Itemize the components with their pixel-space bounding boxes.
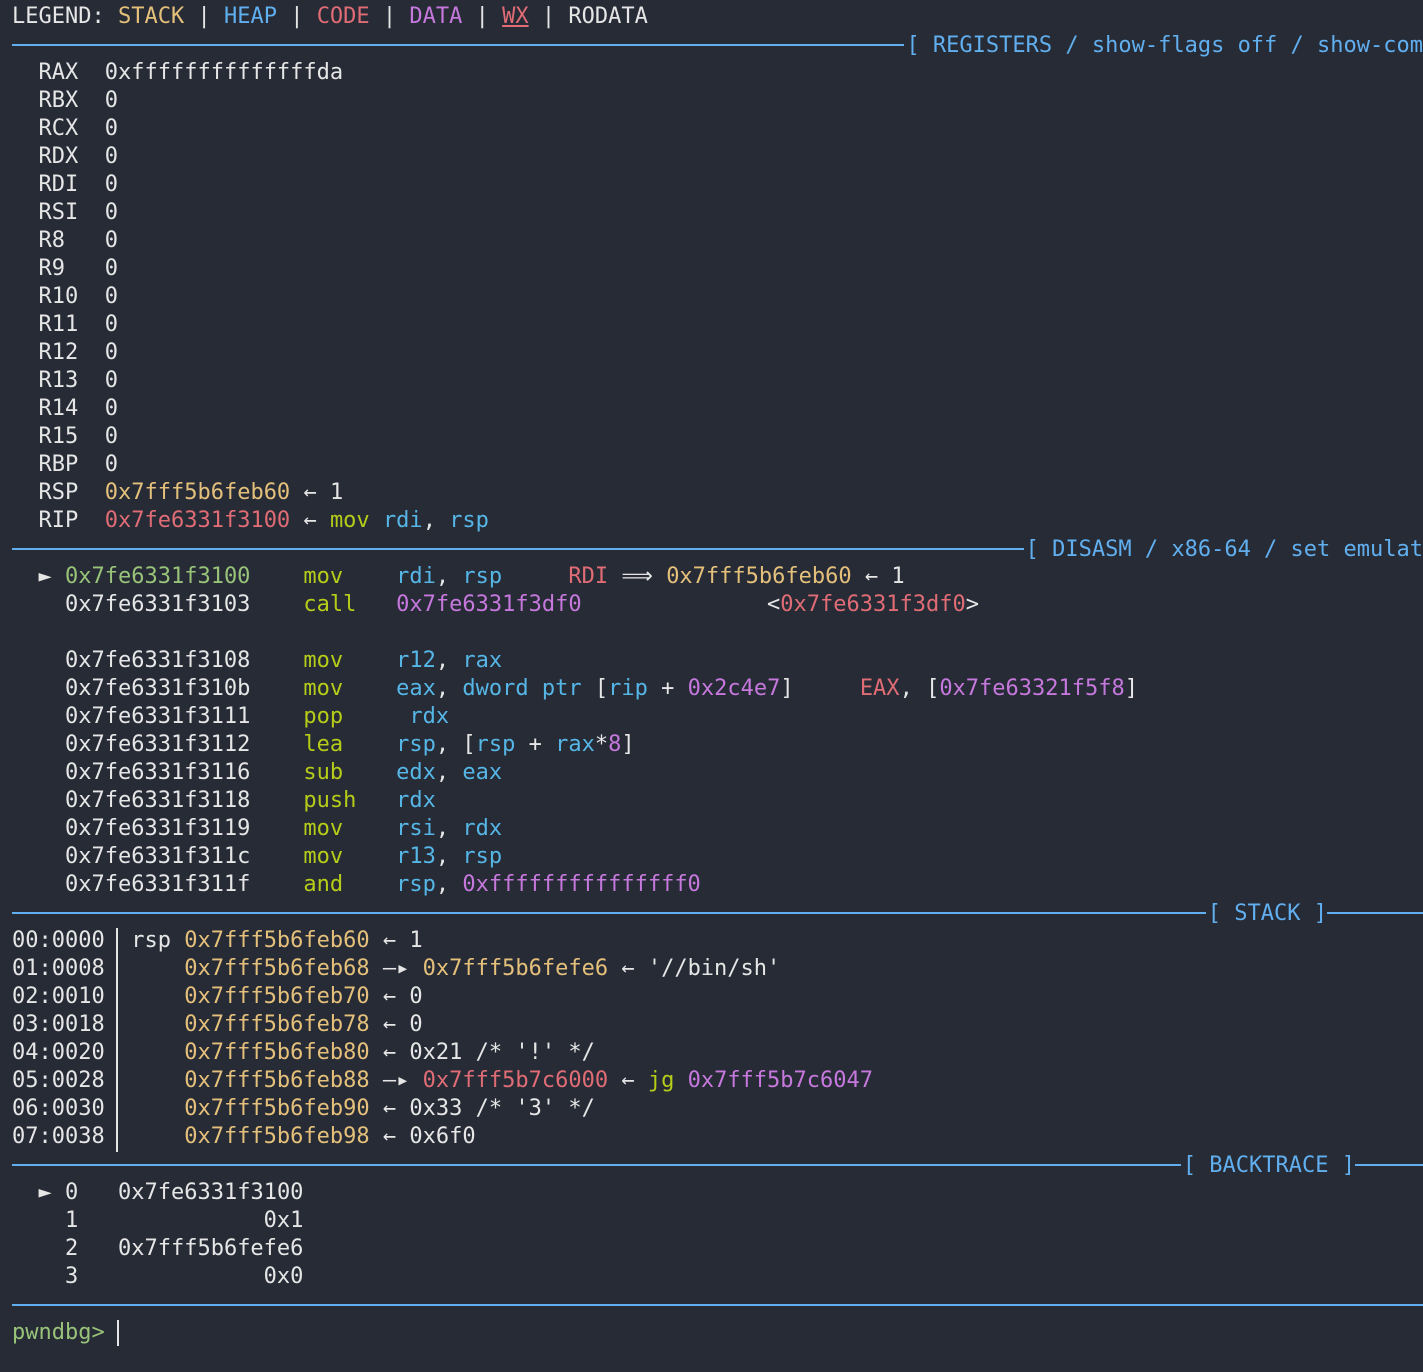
divider bbox=[1327, 912, 1423, 914]
disasm-header: [ DISASM / x86-64 / set emulat bbox=[12, 535, 1423, 563]
rsp-value: 0x7fff5b6feb60 bbox=[104, 480, 291, 505]
registers-title: [ REGISTERS / show-flags off / show-com bbox=[906, 32, 1423, 58]
disasm-row: 0x7fe6331f310b mov eax, dword ptr [rip +… bbox=[64, 676, 1138, 701]
register-row-r11: R11 0 bbox=[38, 312, 119, 337]
disasm-row: 0x7fe6331f311f and rsp, 0xffffffffffffff… bbox=[64, 872, 701, 897]
legend-wx: WX bbox=[502, 4, 529, 29]
register-row-rip: RIP 0x7fe6331f3100 ← mov rdi, rsp bbox=[38, 508, 489, 533]
backtrace-frame[interactable]: 2 0x7fff5b6fefe6 bbox=[12, 1235, 303, 1263]
legend-stack: STACK bbox=[117, 4, 185, 29]
register-row-r15: R15 0 bbox=[38, 424, 119, 449]
stack-row: 02:0010 0x7fff5b6feb70 ← 0 bbox=[12, 984, 423, 1009]
legend-code: CODE bbox=[316, 4, 370, 29]
current-frame-marker: ► bbox=[38, 1180, 52, 1205]
disasm-row-current: ► 0x7fe6331f3100 mov rdi, rsp RDI ⟹ 0x7f… bbox=[38, 564, 905, 589]
stack-row: 04:0020 0x7fff5b6feb80 ← 0x21 /* '!' */ bbox=[12, 1040, 595, 1065]
register-row-r8: R8 0 bbox=[38, 228, 119, 253]
register-row-rcx: RCX 0 bbox=[38, 116, 119, 141]
register-row-rsi: RSI 0 bbox=[38, 200, 119, 225]
register-row-r13: R13 0 bbox=[38, 368, 119, 393]
disasm-row: 0x7fe6331f3118 push rdx bbox=[64, 788, 436, 813]
disasm-row: 0x7fe6331f311c mov r13, rsp bbox=[64, 844, 503, 869]
backtrace-frame[interactable]: 1 0x1 bbox=[12, 1207, 303, 1235]
register-row-rbx: RBX 0 bbox=[38, 88, 119, 113]
disasm-row: 0x7fe6331f3111 pop rdx bbox=[64, 704, 450, 729]
register-row-rsp: RSP 0x7fff5b6feb60 ← 1 bbox=[38, 480, 344, 505]
register-row-rbp: RBP 0 bbox=[38, 452, 119, 477]
divider bbox=[12, 1304, 1423, 1306]
rip-value: 0x7fe6331f3100 bbox=[104, 508, 291, 533]
disasm-row: 0x7fe6331f3108 mov r12, rax bbox=[64, 648, 503, 673]
backtrace-frame-current[interactable]: ► 0 0x7fe6331f3100 bbox=[12, 1179, 304, 1207]
register-row-r14: R14 0 bbox=[38, 396, 119, 421]
stack-row: 06:0030 0x7fff5b6feb90 ← 0x33 /* '3' */ bbox=[12, 1096, 595, 1121]
register-row-r12: R12 0 bbox=[38, 340, 119, 365]
stack-title: [ STACK ] bbox=[1207, 900, 1327, 926]
register-row-rax: RAX 0xffffffffffffffda bbox=[38, 60, 344, 85]
stack-row: 05:0028 0x7fff5b6feb88 —▸ 0x7fff5b7c6000… bbox=[12, 1068, 874, 1093]
backtrace-title: [ BACKTRACE ] bbox=[1182, 1152, 1355, 1178]
stack-row: 03:0018 0x7fff5b6feb78 ← 0 bbox=[12, 1012, 423, 1037]
register-row-r10: R10 0 bbox=[38, 284, 119, 309]
disasm-row: 0x7fe6331f3119 mov rsi, rdx bbox=[64, 816, 503, 841]
stack-row: 07:0038 0x7fff5b6feb98 ← 0x6f0 bbox=[12, 1124, 476, 1149]
register-row-rdi: RDI 0 bbox=[38, 172, 119, 197]
disasm-row: 0x7fe6331f3116 sub edx, eax bbox=[64, 760, 503, 785]
disasm-row: 0x7fe6331f3103 call 0x7fe6331f3df0 <0x7f… bbox=[64, 592, 979, 617]
current-instruction-marker: ► bbox=[38, 564, 52, 589]
text-cursor bbox=[116, 1320, 119, 1346]
legend: LEGEND: STACK | HEAP | CODE | DATA | WX … bbox=[12, 4, 648, 29]
disasm-row: 0x7fe6331f3112 lea rsp, [rsp + rax*8] bbox=[64, 732, 635, 757]
divider bbox=[1355, 1164, 1423, 1166]
register-row-r9: R9 0 bbox=[38, 256, 119, 281]
disasm-title: [ DISASM / x86-64 / set emulat bbox=[1025, 536, 1423, 562]
divider bbox=[12, 44, 905, 46]
legend-heap: HEAP bbox=[223, 4, 277, 29]
legend-rodata: RODATA bbox=[568, 4, 648, 29]
stack-row: 01:0008 0x7fff5b6feb68 —▸ 0x7fff5b6fefe6… bbox=[12, 956, 781, 981]
divider bbox=[12, 548, 1024, 550]
divider bbox=[12, 1164, 1181, 1166]
registers-header: [ REGISTERS / show-flags off / show-com bbox=[12, 31, 1423, 59]
backtrace-header: [ BACKTRACE ] bbox=[12, 1151, 1423, 1179]
backtrace-frame[interactable]: 3 0x0 bbox=[12, 1263, 303, 1291]
stack-row: 00:0000 rsp 0x7fff5b6feb60 ← 1 bbox=[12, 928, 423, 953]
prompt-label: pwndbg> bbox=[12, 1320, 105, 1345]
register-row-rdx: RDX 0 bbox=[38, 144, 119, 169]
stack-header: [ STACK ] bbox=[12, 899, 1423, 927]
legend-data: DATA bbox=[409, 4, 463, 29]
divider bbox=[12, 912, 1206, 914]
command-prompt[interactable]: pwndbg> bbox=[12, 1319, 119, 1347]
